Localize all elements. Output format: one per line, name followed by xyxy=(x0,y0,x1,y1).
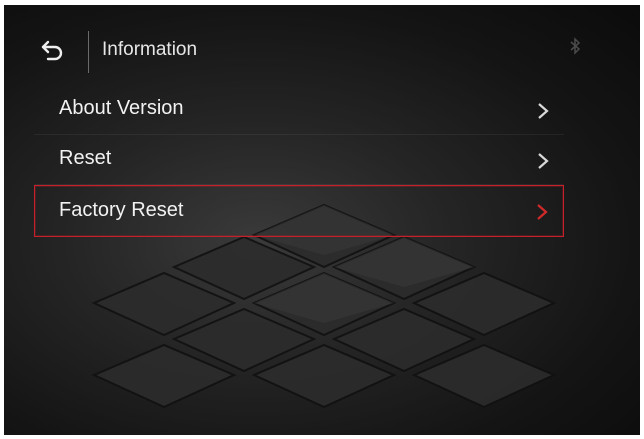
menu-item-about-version[interactable]: About Version xyxy=(34,85,564,135)
chevron-right-icon xyxy=(538,153,549,169)
back-arrow-icon xyxy=(41,40,63,61)
menu-item-label: About Version xyxy=(59,97,184,119)
menu-item-label: Reset xyxy=(59,147,112,169)
header-divider xyxy=(88,31,89,73)
menu-item-factory-reset[interactable]: Factory Reset xyxy=(34,185,564,237)
header-bar: Information xyxy=(4,5,640,95)
back-button[interactable] xyxy=(36,35,70,65)
device-screen: Information About Version Reset Factory … xyxy=(4,5,640,435)
chevron-right-icon xyxy=(538,103,549,119)
bluetooth-icon xyxy=(570,37,581,55)
page-title: Information xyxy=(102,39,198,60)
menu-item-label: Factory Reset xyxy=(59,199,184,221)
settings-menu: About Version Reset Factory Reset xyxy=(34,85,564,237)
menu-item-reset[interactable]: Reset xyxy=(34,135,564,185)
chevron-right-icon xyxy=(537,204,548,220)
